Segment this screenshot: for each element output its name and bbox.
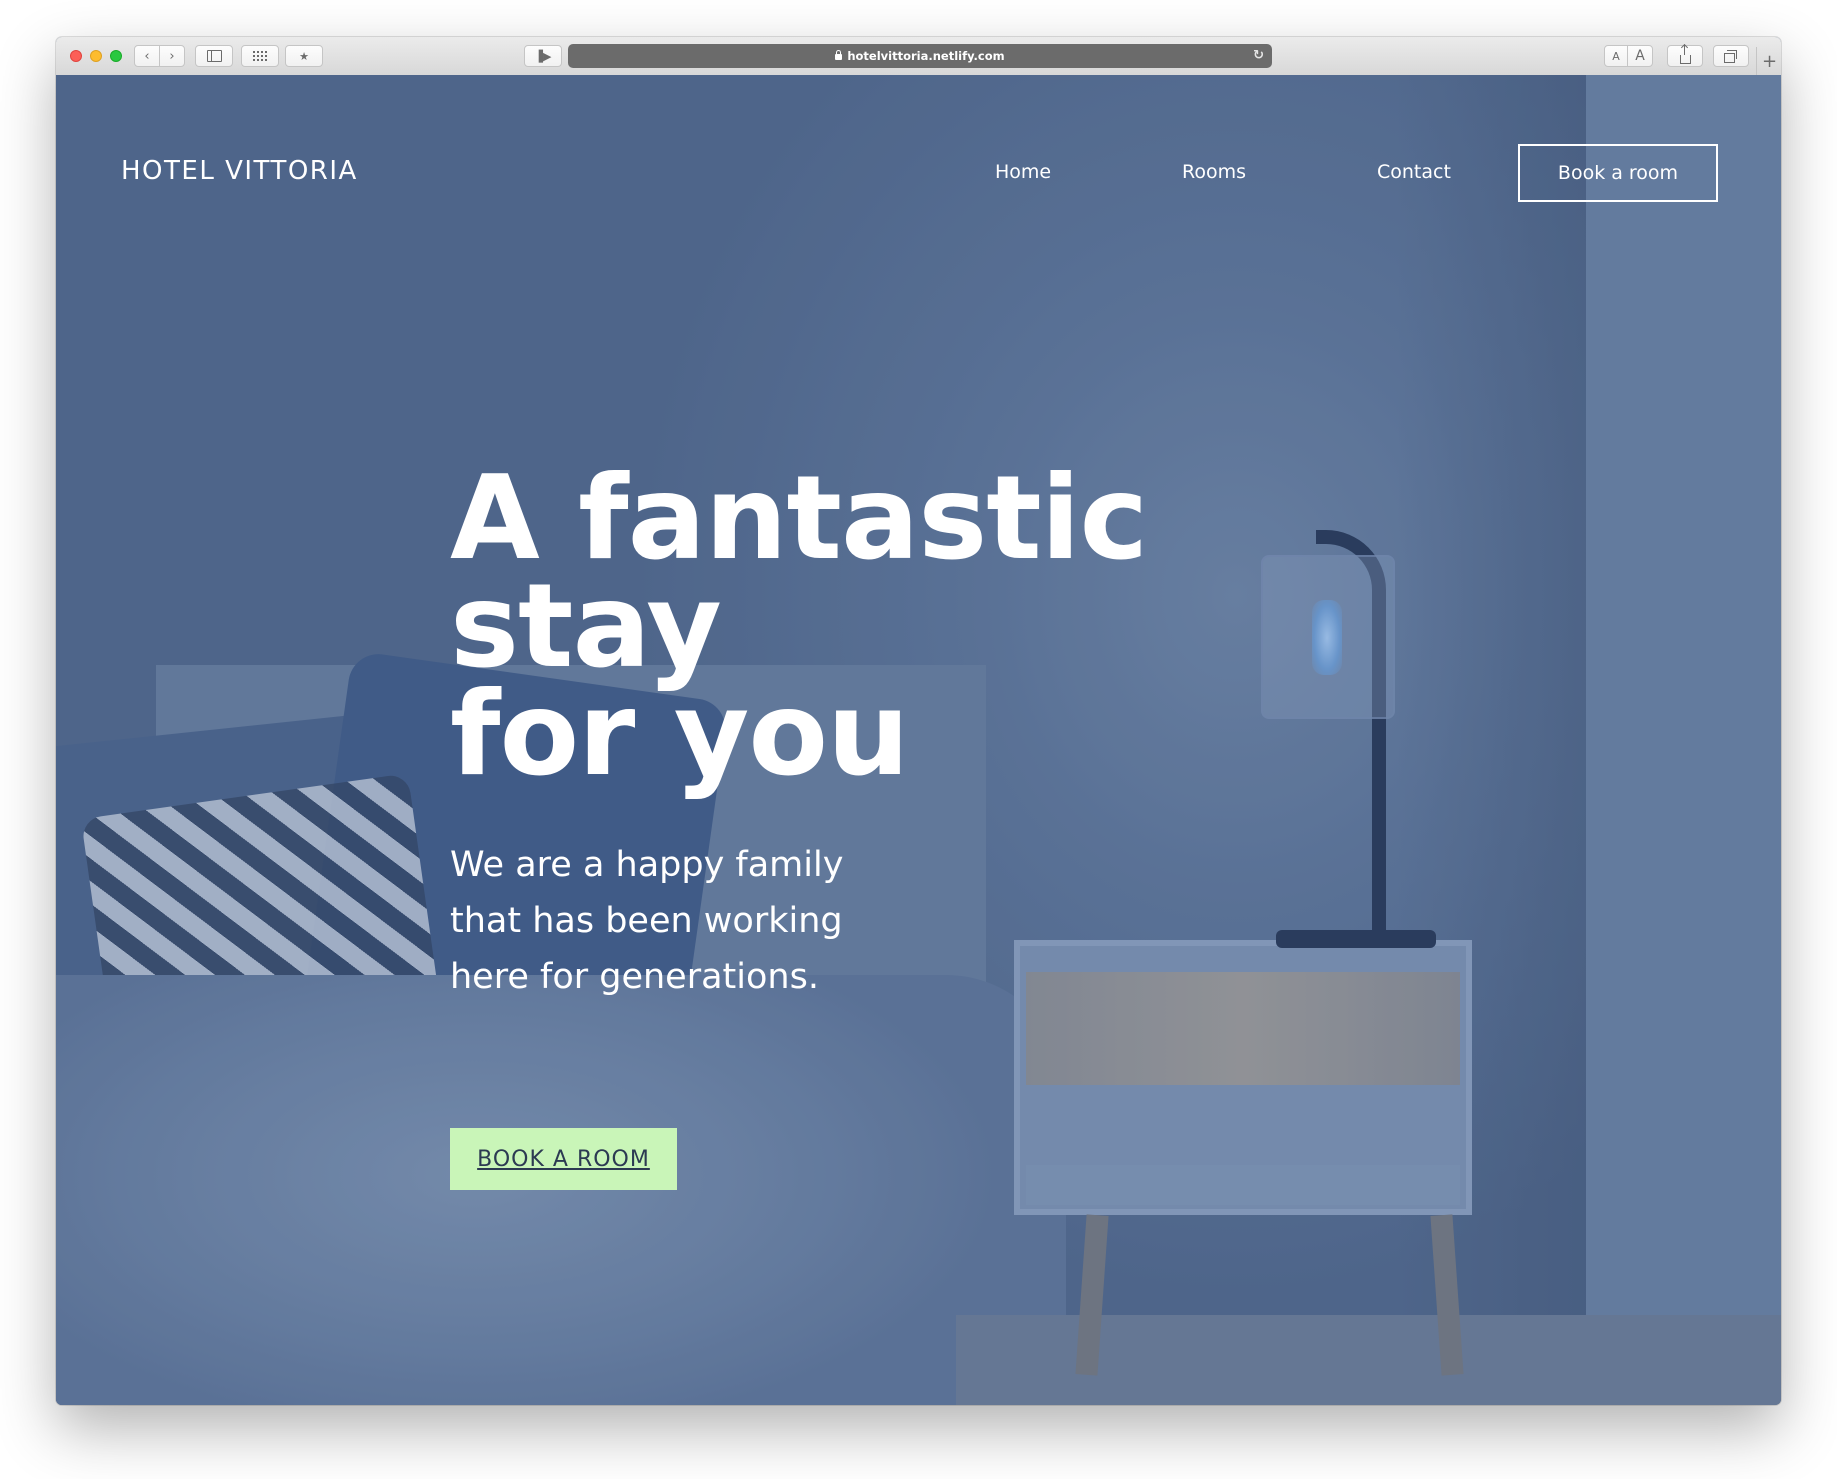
hero-subtitle: We are a happy family that has been work…	[450, 845, 844, 997]
nav-link-home[interactable]: Home	[995, 161, 1051, 183]
close-window-button[interactable]	[70, 50, 82, 62]
browser-window: ‹ › ★ ▐▶ hotelvittoria.netlify.com ↻ A A…	[56, 37, 1781, 1405]
forward-button[interactable]: ›	[159, 45, 185, 67]
browser-toolbar: ‹ › ★ ▐▶ hotelvittoria.netlify.com ↻ A A…	[56, 37, 1781, 76]
text-smaller-label: A	[1612, 49, 1620, 63]
url-text: hotelvittoria.netlify.com	[847, 49, 1005, 63]
text-larger-label: A	[1635, 48, 1645, 64]
lock-icon	[835, 50, 843, 60]
reader-button[interactable]: ▐▶	[524, 45, 562, 67]
nav-link-rooms[interactable]: Rooms	[1182, 161, 1246, 183]
minimize-window-button[interactable]	[90, 50, 102, 62]
hero-title: A fantastic stay for you	[450, 451, 1350, 802]
hero-title-line: for you	[450, 667, 910, 802]
chevron-left-icon: ‹	[144, 48, 150, 64]
reload-icon[interactable]: ↻	[1253, 48, 1264, 63]
share-icon	[1679, 44, 1691, 64]
book-room-cta-button[interactable]: BOOK A ROOM	[450, 1128, 677, 1190]
tabs-icon	[1723, 50, 1737, 63]
sidebar-toggle-button[interactable]	[195, 45, 233, 67]
sidebar-icon	[206, 50, 222, 62]
hero-section: HOTEL VITTORIA Home Rooms Contact Book a…	[56, 75, 1781, 1405]
share-button[interactable]	[1667, 44, 1703, 67]
tab-overview-button[interactable]	[1713, 45, 1749, 67]
plus-icon: +	[1761, 50, 1778, 72]
nav-book-room-button[interactable]: Book a room	[1518, 144, 1718, 202]
text-larger-button[interactable]: A	[1627, 45, 1653, 67]
new-tab-button[interactable]: +	[1756, 47, 1781, 75]
top-sites-button[interactable]	[241, 45, 279, 67]
star-icon: ★	[299, 49, 309, 63]
favorites-button[interactable]: ★	[285, 45, 323, 67]
hero-title-line: A fantastic	[450, 451, 1148, 586]
play-icon: ▐▶	[534, 49, 552, 63]
text-smaller-button[interactable]: A	[1604, 45, 1628, 67]
back-button[interactable]: ‹	[134, 45, 160, 67]
main-navigation: Home Rooms Contact Book a room	[56, 143, 1781, 203]
hero-content: A fantastic stay for you We are a happy …	[450, 451, 1350, 1040]
nav-link-contact[interactable]: Contact	[1377, 161, 1451, 183]
chevron-right-icon: ›	[169, 48, 175, 64]
grid-icon	[253, 51, 267, 61]
maximize-window-button[interactable]	[110, 50, 122, 62]
hero-title-line: stay	[450, 559, 722, 694]
address-bar[interactable]: hotelvittoria.netlify.com ↻	[568, 44, 1272, 68]
